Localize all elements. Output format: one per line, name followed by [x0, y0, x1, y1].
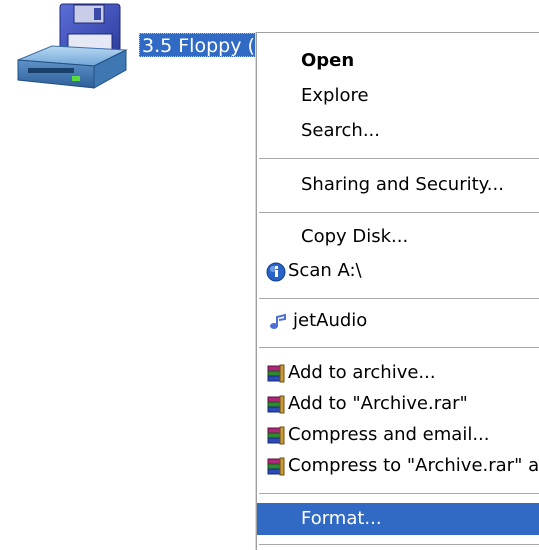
menu-separator: [259, 347, 539, 348]
menu-item-open[interactable]: Open: [257, 45, 539, 77]
menu-separator: [259, 158, 539, 159]
menu-item-compress-to-rar[interactable]: Compress to "Archive.rar" and email: [257, 450, 539, 482]
menu-item-label: Add to archive...: [288, 362, 436, 383]
menu-item-jetaudio[interactable]: jetAudio: [257, 305, 539, 337]
menu-item-label: Open: [301, 50, 355, 71]
menu-item-add-to-rar[interactable]: Add to "Archive.rar": [257, 388, 539, 420]
info-scan-icon: [266, 261, 288, 282]
menu-item-copy-disk[interactable]: Copy Disk...: [257, 221, 539, 253]
menu-separator: [259, 493, 539, 494]
menu-separator: [259, 212, 539, 213]
winrar-books-icon: [266, 425, 288, 445]
winrar-books-icon: [266, 456, 288, 476]
menu-separator: [259, 544, 539, 545]
menu-item-scan[interactable]: Scan A:\: [257, 255, 539, 287]
menu-item-label: Scan A:\: [288, 260, 362, 281]
winrar-books-icon: [266, 363, 288, 383]
menu-item-label: Sharing and Security...: [301, 174, 504, 195]
menu-item-label: Compress and email...: [288, 424, 490, 445]
menu-item-label: Search...: [301, 120, 381, 141]
desktop: 3.5 Floppy (A:) Open Explore Search... S…: [0, 0, 539, 550]
menu-item-sharing[interactable]: Sharing and Security...: [257, 169, 539, 201]
winrar-books-icon: [266, 394, 288, 414]
menu-item-label: Add to "Archive.rar": [288, 393, 468, 414]
menu-item-label: Format...: [301, 508, 382, 529]
menu-item-explore[interactable]: Explore: [257, 80, 539, 112]
menu-item-search[interactable]: Search...: [257, 115, 539, 147]
music-note-icon: [268, 311, 290, 331]
menu-item-label: Explore: [301, 85, 369, 106]
menu-item-compress-email[interactable]: Compress and email...: [257, 419, 539, 451]
floppy-drive-icon[interactable]: [8, 2, 132, 100]
context-menu: Open Explore Search... Sharing and Secur…: [256, 32, 539, 550]
menu-separator: [259, 298, 539, 299]
menu-item-label: jetAudio: [293, 310, 368, 331]
menu-item-format[interactable]: Format...: [257, 503, 539, 535]
menu-item-add-archive[interactable]: Add to archive...: [257, 357, 539, 389]
menu-item-label: Copy Disk...: [301, 226, 409, 247]
menu-item-label: Compress to "Archive.rar" and email: [288, 455, 539, 476]
